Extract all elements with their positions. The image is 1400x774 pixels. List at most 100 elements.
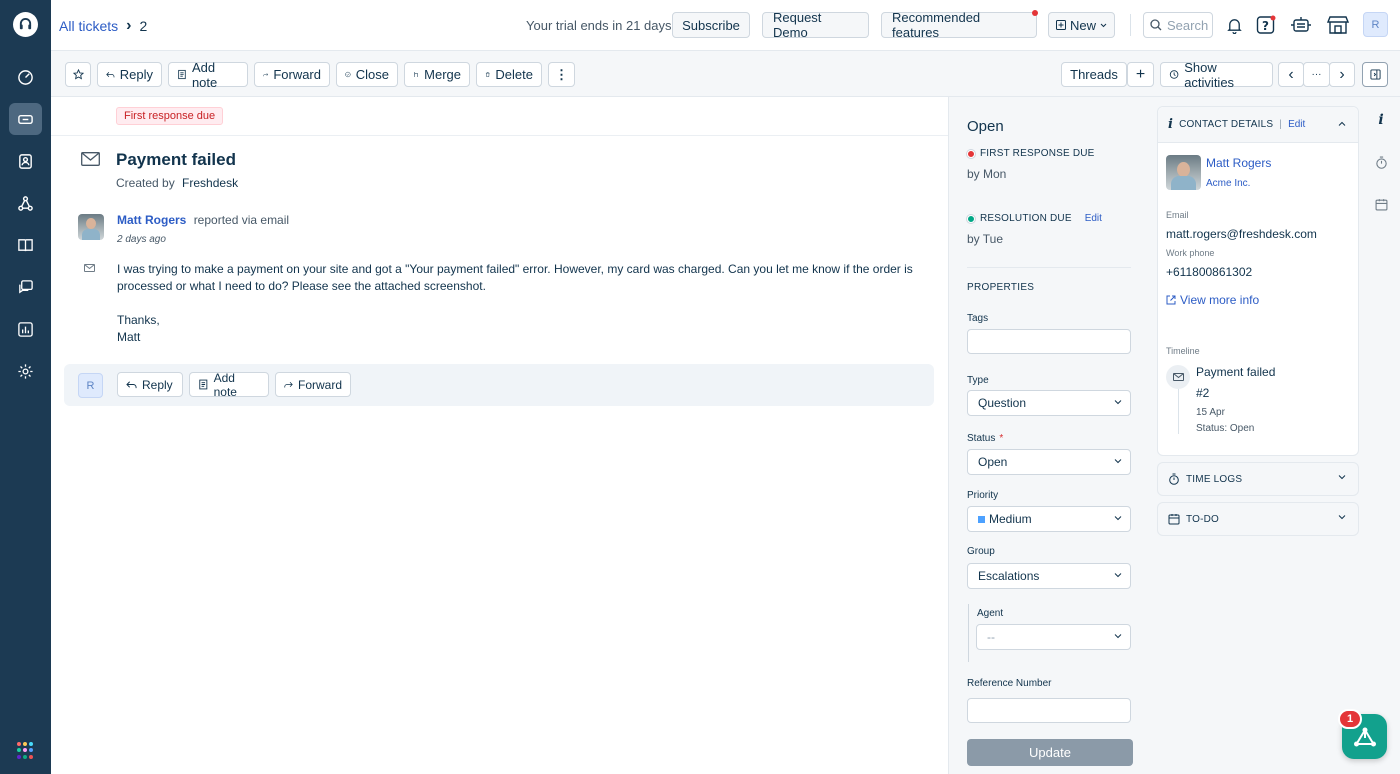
recommended-features-button[interactable]: Recommended features <box>881 10 1037 40</box>
priority-select[interactable]: Medium <box>967 506 1131 532</box>
properties-separator <box>967 267 1131 268</box>
reports-icon[interactable] <box>9 313 42 345</box>
show-activities-button[interactable]: Show activities <box>1160 60 1273 90</box>
resolution-row: RESOLUTION DUE Edit <box>967 213 1102 224</box>
email-icon <box>81 152 100 166</box>
threads-button[interactable]: Threads <box>1061 62 1127 87</box>
add-thread-button[interactable]: + <box>1127 62 1154 87</box>
user-avatar[interactable]: R <box>1363 12 1388 37</box>
reply-bar-reply-button[interactable]: Reply <box>117 372 183 397</box>
contact-company-link[interactable]: Acme Inc. <box>1206 178 1250 189</box>
settings-gear-icon[interactable] <box>9 355 42 387</box>
next-ticket-button[interactable]: › <box>1329 62 1355 87</box>
all-tickets-link[interactable]: All tickets <box>59 18 118 34</box>
subscribe-button[interactable]: Subscribe <box>672 12 750 38</box>
dashboard-icon[interactable] <box>9 61 42 93</box>
rail-stopwatch-icon[interactable] <box>1372 153 1390 171</box>
status-label: Status * <box>967 433 1003 444</box>
first-response-dot-icon <box>967 149 975 158</box>
app-switcher-icon[interactable] <box>17 742 34 759</box>
sender-avatar <box>78 214 104 240</box>
apps-gallery-icon[interactable] <box>1289 13 1313 37</box>
calendar-icon <box>1168 514 1180 525</box>
priority-color-icon <box>978 515 985 523</box>
contact-details-header[interactable]: i CONTACT DETAILS | Edit <box>1158 107 1358 143</box>
help-icon[interactable]: ? <box>1254 13 1278 37</box>
more-actions-button[interactable]: ⋮ <box>548 62 575 87</box>
reply-bar-note-button[interactable]: Add note <box>189 371 269 399</box>
small-email-icon <box>84 264 95 272</box>
sender-line: Matt Rogers reported via email <box>117 213 289 227</box>
ticket-toolbar: Reply Add note Forward Close Merge Delet… <box>51 51 1400 97</box>
chevron-down-icon <box>1338 475 1346 480</box>
rail-info-icon[interactable]: i <box>1372 111 1390 129</box>
email-label: Email <box>1166 210 1189 220</box>
message-paragraph: I was trying to make a payment on your s… <box>117 262 913 293</box>
freshdesk-logo-icon[interactable] <box>13 12 38 37</box>
contact-edit-link[interactable]: Edit <box>1288 119 1305 130</box>
reply-button[interactable]: Reply <box>97 62 162 87</box>
chevron-up-icon <box>1338 121 1346 126</box>
recommended-dot-icon <box>1032 10 1038 16</box>
close-ticket-button[interactable]: Close <box>336 62 398 87</box>
forward-icon <box>263 73 269 77</box>
forums-icon[interactable] <box>9 271 42 303</box>
message-signature: Matt <box>117 330 141 344</box>
rail-calendar-icon[interactable] <box>1372 195 1390 213</box>
contact-name-link[interactable]: Matt Rogers <box>1206 156 1271 170</box>
timeline-line <box>1178 389 1179 434</box>
message-thanks: Thanks, <box>117 313 160 327</box>
group-select[interactable]: Escalations <box>967 563 1131 589</box>
star-button[interactable] <box>65 62 91 87</box>
knowledge-base-icon[interactable] <box>9 229 42 261</box>
status-select[interactable]: Open <box>967 449 1131 475</box>
priority-label: Priority <box>967 490 999 501</box>
tags-input[interactable] <box>967 329 1131 354</box>
chevron-down-icon <box>1100 23 1107 27</box>
check-circle-icon <box>345 71 351 78</box>
agent-select[interactable]: -- <box>976 624 1131 650</box>
request-demo-button[interactable]: Request Demo <box>762 10 869 40</box>
new-label: New <box>1069 17 1096 33</box>
sla-badge: First response due <box>116 107 224 125</box>
add-note-button[interactable]: Add note <box>168 60 248 90</box>
marketplace-store-icon[interactable] <box>1326 13 1350 37</box>
trash-icon <box>485 72 490 77</box>
type-select[interactable]: Question <box>967 390 1131 416</box>
header-separator <box>51 135 948 136</box>
notifications-bell-icon[interactable] <box>1222 13 1246 37</box>
contact-details-title: CONTACT DETAILS <box>1179 119 1274 130</box>
resolution-edit-link[interactable]: Edit <box>1085 213 1102 224</box>
chevron-down-icon <box>1114 634 1122 639</box>
reply-label: Reply <box>119 67 153 82</box>
delete-button[interactable]: Delete <box>476 62 542 87</box>
previous-ticket-button[interactable]: ‹ <box>1278 62 1304 87</box>
properties-panel: Open FIRST RESPONSE DUE by Mon RESOLUTIO… <box>948 97 1150 774</box>
workflows-icon[interactable] <box>9 187 42 219</box>
widget-network-icon <box>1353 727 1376 746</box>
toggle-panel-button[interactable] <box>1362 62 1388 87</box>
search-box[interactable]: Search <box>1143 12 1213 38</box>
reply-bar-forward-button[interactable]: Forward <box>275 372 351 397</box>
history-icon <box>1169 70 1179 79</box>
reference-number-input[interactable] <box>967 698 1131 723</box>
new-dropdown-button[interactable]: New <box>1048 12 1115 38</box>
todo-accordion[interactable]: TO-DO <box>1157 502 1359 536</box>
sender-name-link[interactable]: Matt Rogers <box>117 213 186 227</box>
tickets-icon[interactable] <box>9 103 42 135</box>
conversation-pane: First response due Payment failed Create… <box>51 97 948 774</box>
timeline-ticket-title[interactable]: Payment failed <box>1196 365 1275 379</box>
ticket-subject: Payment failed <box>116 150 236 169</box>
contacts-icon[interactable] <box>9 145 42 177</box>
search-placeholder: Search <box>1167 17 1209 33</box>
view-more-info-link[interactable]: View more info <box>1166 293 1259 307</box>
merge-button[interactable]: Merge <box>404 62 470 87</box>
widget-badge: 1 <box>1338 709 1362 729</box>
forward-button[interactable]: Forward <box>254 62 330 87</box>
time-logs-accordion[interactable]: TIME LOGS <box>1157 462 1359 496</box>
contact-details-card: i CONTACT DETAILS | Edit Matt Rogers Acm… <box>1157 106 1359 456</box>
type-label: Type <box>967 375 989 386</box>
reference-number-label: Reference Number <box>967 678 1052 689</box>
update-button[interactable]: Update <box>967 739 1133 766</box>
ticket-list-button[interactable]: ··· <box>1303 62 1330 87</box>
